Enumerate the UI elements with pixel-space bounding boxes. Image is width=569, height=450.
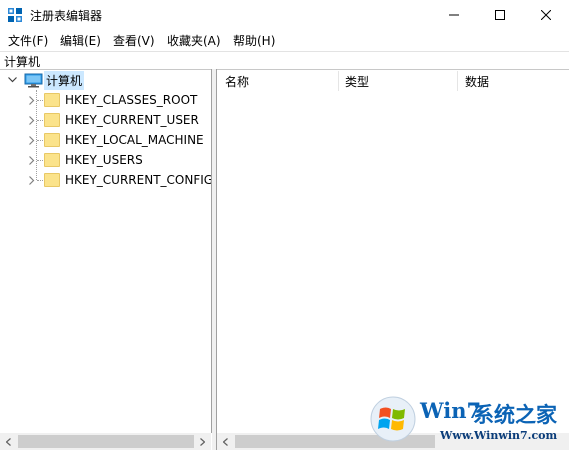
watermark-url: Www.Winwin7.com	[440, 429, 558, 442]
tree-node[interactable]: HKEY_CURRENT_CONFIG	[0, 170, 211, 190]
window-title: 注册表编辑器	[30, 9, 103, 23]
tree-node-label[interactable]: HKEY_CURRENT_USER	[65, 113, 199, 127]
address-bar[interactable]: 计算机	[0, 51, 569, 70]
close-button[interactable]	[523, 0, 569, 30]
tree-node[interactable]: HKEY_USERS	[0, 150, 211, 170]
site-watermark: Win7 系统之家 Www.Winwin7.com	[370, 392, 569, 450]
column-header-data[interactable]: 数据	[465, 69, 565, 93]
minimize-icon	[449, 14, 459, 16]
close-icon	[541, 10, 551, 20]
maximize-button[interactable]	[477, 0, 523, 30]
tree-node[interactable]: HKEY_LOCAL_MACHINE	[0, 130, 211, 150]
chevron-right-icon[interactable]	[27, 130, 37, 150]
chevron-right-icon[interactable]	[27, 150, 37, 170]
scroll-left-icon[interactable]	[217, 433, 234, 450]
column-header-type[interactable]: 类型	[345, 69, 457, 93]
scroll-left-icon[interactable]	[0, 433, 17, 450]
expand-arrow-icon[interactable]	[7, 70, 17, 90]
folder-icon	[44, 113, 60, 127]
folder-icon	[44, 173, 60, 187]
tree-node-label[interactable]: HKEY_LOCAL_MACHINE	[65, 133, 204, 147]
column-divider[interactable]	[338, 71, 339, 91]
menu-edit[interactable]: 编辑(E)	[60, 32, 101, 49]
folder-icon	[44, 133, 60, 147]
tree-horizontal-scrollbar[interactable]	[0, 433, 211, 450]
tree-node[interactable]: HKEY_CLASSES_ROOT	[0, 90, 211, 110]
values-pane[interactable]: 名称 类型 数据	[217, 69, 569, 433]
folder-icon	[44, 153, 60, 167]
computer-icon	[24, 73, 43, 88]
column-header-name[interactable]: 名称	[225, 69, 337, 93]
tree-pane[interactable]: 计算机 HKEY_CLASSES_ROOT HKEY_CURRENT_USER …	[0, 69, 212, 433]
tree-node[interactable]: HKEY_CURRENT_USER	[0, 110, 211, 130]
registry-editor-icon	[8, 8, 22, 22]
column-header-label: 名称	[225, 74, 250, 89]
tree-node-computer[interactable]: 计算机	[0, 70, 211, 90]
scrollbar-thumb[interactable]	[18, 435, 194, 448]
chevron-right-icon[interactable]	[27, 170, 37, 190]
menu-favorites[interactable]: 收藏夹(A)	[167, 32, 221, 49]
address-path[interactable]: 计算机	[4, 53, 40, 70]
tree-node-label[interactable]: HKEY_USERS	[65, 153, 143, 167]
watermark-brand-b: 系统之家	[473, 403, 557, 427]
minimize-button[interactable]	[431, 0, 477, 30]
menu-file[interactable]: 文件(F)	[8, 32, 48, 49]
chevron-right-icon[interactable]	[27, 110, 37, 130]
maximize-icon	[495, 10, 505, 20]
column-divider[interactable]	[457, 71, 458, 91]
tree-root-label[interactable]: 计算机	[44, 71, 85, 90]
menu-bar: 文件(F) 编辑(E) 查看(V) 收藏夹(A) 帮助(H)	[0, 30, 569, 50]
column-header-label: 数据	[465, 74, 490, 89]
tree-node-label[interactable]: HKEY_CURRENT_CONFIG	[65, 173, 211, 187]
tree-node-label[interactable]: HKEY_CLASSES_ROOT	[65, 93, 197, 107]
chevron-right-icon[interactable]	[27, 90, 37, 110]
watermark-brand-a: Win7	[420, 398, 482, 423]
column-header-label: 类型	[345, 74, 370, 89]
menu-view[interactable]: 查看(V)	[113, 32, 155, 49]
windows-logo-icon	[370, 396, 416, 442]
folder-icon	[44, 93, 60, 107]
menu-help[interactable]: 帮助(H)	[233, 32, 275, 49]
title-bar: 注册表编辑器	[0, 0, 569, 30]
scroll-right-icon[interactable]	[194, 433, 211, 450]
